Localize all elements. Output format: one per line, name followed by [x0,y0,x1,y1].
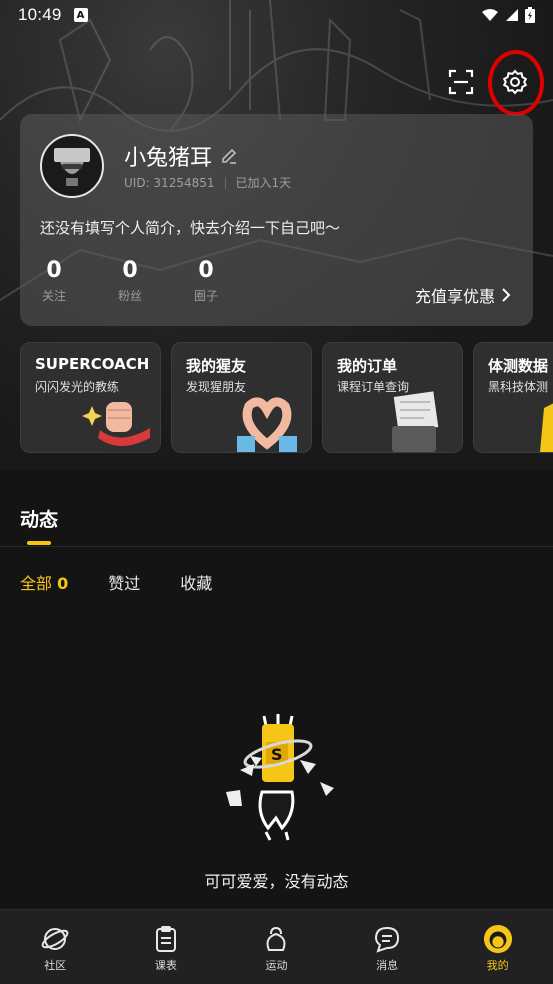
active-tab-indicator [27,541,51,545]
message-icon [372,924,402,954]
stat-followers[interactable]: 0 粉丝 [110,258,150,304]
clipboard-icon [151,924,181,954]
chevron-right-icon [502,288,511,302]
nav-label: 运动 [265,959,288,972]
stat-label: 圈子 [193,289,218,303]
profile-card: 小兔猪耳 UID: 31254851 已加入1天 还没有填写个人简介，快去介绍一… [20,114,533,326]
tab-liked[interactable]: 赞过 [108,570,140,594]
nav-item-community[interactable]: 社区 [0,910,111,984]
section-divider [0,546,553,547]
nav-label: 社区 [44,959,67,972]
scan-icon [448,69,474,95]
activity-filter-tabs: 全部 0 赞过 收藏 [20,570,212,594]
nav-label: 消息 [376,959,399,972]
tab-all[interactable]: 全部 0 [20,570,68,594]
svg-text:S: S [271,745,283,764]
stat-label: 关注 [41,289,66,303]
activity-section-title[interactable]: 动态 [20,505,58,532]
stat-following[interactable]: 0 关注 [34,258,74,304]
user-avatar-icon [54,148,90,186]
joined-text: 已加入1天 [235,176,292,190]
signal-icon [506,9,518,21]
username-text: 小兔猪耳 [124,146,213,171]
uid-separator [224,176,226,189]
tab-count: 0 [57,574,69,593]
avatar[interactable] [40,134,104,198]
username: 小兔猪耳 [124,140,238,172]
settings-highlight-annotation [488,50,544,116]
bio-text[interactable]: 还没有填写个人简介，快去介绍一下自己吧～ [40,217,340,238]
stat-value: 0 [198,258,214,283]
stat-value: 0 [122,258,138,283]
feature-card-orders[interactable]: 我的订单 课程订单查询 [322,342,463,453]
planet-icon [40,924,70,954]
empty-state-text: 可可爱爱，没有动态 [204,872,349,891]
tab-label: 全部 [20,574,53,593]
heart-hands-icon [237,397,297,452]
feature-card-body-test[interactable]: 体测数据 黑科技体测 [473,342,553,453]
feature-title: SUPERCOACH [35,355,150,373]
stat-value: 0 [46,258,62,283]
recharge-link[interactable]: 充值享优惠 [415,283,511,307]
recharge-label: 充值享优惠 [414,287,495,306]
feature-card-row: SUPERCOACH 闪闪发光的教练 我的猩友 发现猩朋友 我的订单 课程订单查… [20,342,553,454]
stat-label: 粉丝 [117,289,142,303]
nav-item-workout[interactable]: 运动 [221,910,332,984]
kettlebell-icon [261,924,291,954]
feature-title: 我的订单 [337,357,398,375]
notification-a-icon: A [73,8,88,22]
nav-item-messages[interactable]: 消息 [332,910,443,984]
tab-favorites[interactable]: 收藏 [180,570,212,594]
body-scale-icon [540,403,553,452]
status-bar: 10:49 A [0,0,553,30]
uid-line: UID: 31254851 已加入1天 [124,174,291,191]
feature-card-friends[interactable]: 我的猩友 发现猩朋友 [171,342,312,453]
avatar-face-icon [483,924,513,954]
nav-label: 我的 [486,959,509,972]
stat-circles[interactable]: 0 圈子 [186,258,226,304]
edit-pencil-icon[interactable] [220,147,238,165]
receipt-printer-icon [392,391,439,452]
wifi-icon [482,9,498,21]
nav-label: 课表 [154,959,177,972]
feature-title: 我的猩友 [186,357,247,375]
fist-sparkle-icon [82,402,150,446]
feature-card-supercoach[interactable]: SUPERCOACH 闪闪发光的教练 [20,342,161,453]
status-indicators [481,7,535,23]
uid-text: UID: 31254851 [124,175,215,190]
nav-item-schedule[interactable]: 课表 [111,910,222,984]
feature-title: 体测数据 [488,357,549,375]
scan-button[interactable] [443,64,479,100]
bottom-navigation: 社区 课表 运动 消息 我的 [0,909,553,984]
status-time: 10:49 [18,5,62,24]
nav-item-profile[interactable]: 我的 [442,910,553,984]
battery-icon [525,7,535,23]
empty-state-punching-bag-illustration: S [226,714,334,841]
